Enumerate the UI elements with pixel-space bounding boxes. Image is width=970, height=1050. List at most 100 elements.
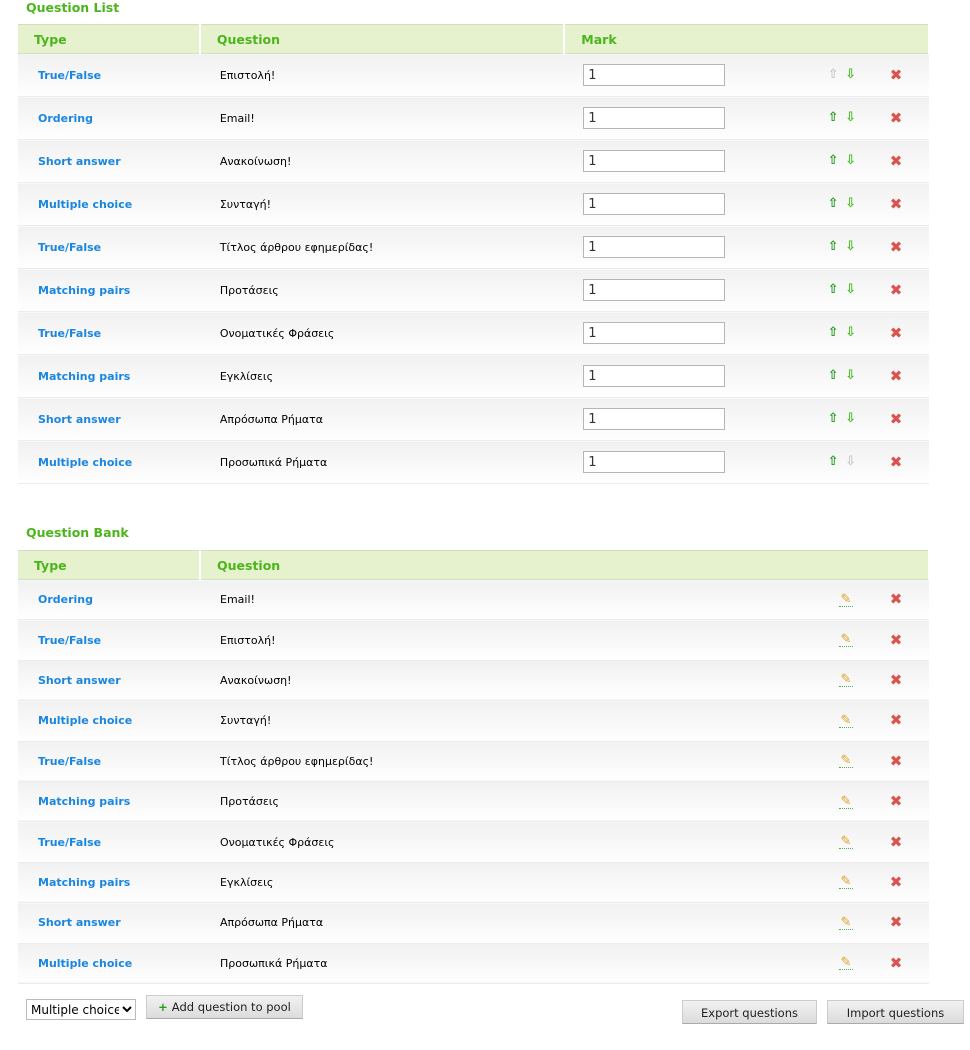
pencil-icon[interactable]: ✎ <box>839 794 853 809</box>
delete-x-icon[interactable]: ✖ <box>889 955 903 970</box>
header-question: Question <box>200 550 930 580</box>
delete-x-icon[interactable]: ✖ <box>889 110 903 125</box>
import-questions-button[interactable]: Import questions <box>827 1000 964 1024</box>
arrow-up-icon[interactable]: ⇧ <box>826 154 840 168</box>
arrow-up-icon[interactable]: ⇧ <box>826 240 840 254</box>
delete-x-icon[interactable]: ✖ <box>889 325 903 340</box>
delete-x-icon[interactable]: ✖ <box>889 632 903 647</box>
delete-x-icon[interactable]: ✖ <box>889 874 903 889</box>
mark-input[interactable] <box>583 64 726 86</box>
mark-input[interactable] <box>583 236 726 258</box>
mark-input[interactable] <box>583 150 726 172</box>
delete-x-icon[interactable]: ✖ <box>889 239 903 254</box>
delete-x-icon[interactable]: ✖ <box>889 411 903 426</box>
table-row: True/False Επιστολή! ⇧ ⇩ ✖ <box>18 53 929 97</box>
delete-x-icon[interactable]: ✖ <box>889 834 903 849</box>
pencil-icon[interactable]: ✎ <box>839 875 853 890</box>
mark-input[interactable] <box>583 279 726 301</box>
delete-x-icon[interactable]: ✖ <box>889 713 903 728</box>
arrow-down-icon[interactable]: ⇩ <box>844 326 858 340</box>
pencil-icon[interactable]: ✎ <box>839 754 853 769</box>
header-type: Type <box>18 550 201 580</box>
question-type-link[interactable]: Short answer <box>18 139 200 183</box>
pencil-icon[interactable]: ✎ <box>839 956 853 971</box>
question-type-link[interactable]: Multiple choice <box>18 182 200 226</box>
arrow-down-icon[interactable]: ⇩ <box>844 412 858 426</box>
question-type-link[interactable]: True/False <box>18 741 200 782</box>
arrow-down-icon[interactable]: ⇩ <box>844 68 858 82</box>
question-bank-title: Question Bank <box>26 525 129 540</box>
delete-x-icon[interactable]: ✖ <box>889 672 903 687</box>
pencil-icon[interactable]: ✎ <box>839 673 853 688</box>
question-text: Ανακοίνωση! <box>199 139 565 183</box>
arrow-up-icon[interactable]: ⇧ <box>826 455 840 469</box>
pencil-icon[interactable]: ✎ <box>839 592 853 607</box>
mark-input[interactable] <box>583 365 726 387</box>
table-row: Matching pairs Εγκλίσεις ⇧ ⇩ ✖ <box>18 354 929 398</box>
question-type-link[interactable]: Ordering <box>18 579 200 621</box>
table-row: Multiple choice Συνταγή! ✎ ✖ <box>18 700 929 742</box>
question-type-link[interactable]: True/False <box>18 311 200 355</box>
question-type-link[interactable]: Multiple choice <box>18 440 200 484</box>
mark-input[interactable] <box>583 107 726 129</box>
table-row: Ordering Email! ✎ ✖ <box>18 579 929 621</box>
arrow-down-icon[interactable]: ⇩ <box>844 111 858 125</box>
question-type-link[interactable]: Matching pairs <box>18 268 200 312</box>
delete-x-icon[interactable]: ✖ <box>889 153 903 168</box>
arrow-up-icon[interactable]: ⇧ <box>826 326 840 340</box>
arrow-down-icon[interactable]: ⇩ <box>844 283 858 297</box>
arrow-up-icon[interactable]: ⇧ <box>826 111 840 125</box>
delete-x-icon[interactable]: ✖ <box>889 67 903 82</box>
arrow-up-icon[interactable]: ⇧ <box>826 369 840 383</box>
pencil-icon[interactable]: ✎ <box>839 835 853 850</box>
arrow-down-icon[interactable]: ⇩ <box>844 197 858 211</box>
question-type-link[interactable]: True/False <box>18 53 200 97</box>
header-mark: Mark <box>564 24 930 54</box>
pencil-icon[interactable]: ✎ <box>839 713 853 728</box>
question-type-link[interactable]: Ordering <box>18 96 200 140</box>
arrow-up-icon[interactable]: ⇧ <box>826 283 840 297</box>
export-questions-button[interactable]: Export questions <box>682 1000 817 1024</box>
plus-icon: + <box>158 1000 168 1014</box>
table-row: Ordering Email! ⇧ ⇩ ✖ <box>18 96 929 140</box>
delete-x-icon[interactable]: ✖ <box>889 454 903 469</box>
mark-input[interactable] <box>583 193 726 215</box>
delete-x-icon[interactable]: ✖ <box>889 915 903 930</box>
question-type-link[interactable]: True/False <box>18 225 200 269</box>
add-question-button[interactable]: + Add question to pool <box>146 995 303 1019</box>
delete-x-icon[interactable]: ✖ <box>889 753 903 768</box>
question-type-link[interactable]: Matching pairs <box>18 862 200 904</box>
table-row: Short answer Απρόσωπα Ρήματα ⇧ ⇩ ✖ <box>18 397 929 441</box>
pencil-icon[interactable]: ✎ <box>839 915 853 930</box>
question-type-link[interactable]: Multiple choice <box>18 700 200 742</box>
delete-x-icon[interactable]: ✖ <box>889 794 903 809</box>
question-type-link[interactable]: True/False <box>18 821 200 863</box>
delete-x-icon[interactable]: ✖ <box>889 368 903 383</box>
question-text: Προτάσεις <box>199 268 565 312</box>
header-question: Question <box>199 24 566 54</box>
question-text: Ονοματικές Φράσεις <box>199 311 565 355</box>
delete-x-icon[interactable]: ✖ <box>889 592 903 607</box>
arrow-down-icon[interactable]: ⇩ <box>844 240 858 254</box>
question-type-link[interactable]: Multiple choice <box>18 943 200 984</box>
delete-x-icon[interactable]: ✖ <box>889 196 903 211</box>
question-type-link[interactable]: Short answer <box>18 902 200 944</box>
pencil-icon[interactable]: ✎ <box>839 633 853 648</box>
question-type-link[interactable]: Short answer <box>18 397 200 441</box>
mark-input[interactable] <box>583 451 726 473</box>
arrow-up-icon[interactable]: ⇧ <box>826 412 840 426</box>
question-type-link[interactable]: Matching pairs <box>18 781 200 823</box>
question-type-link[interactable]: Matching pairs <box>18 354 200 398</box>
delete-x-icon[interactable]: ✖ <box>889 282 903 297</box>
question-text: Email! <box>199 96 565 140</box>
arrow-up-icon[interactable]: ⇧ <box>826 197 840 211</box>
question-text: Τίτλος άρθρου εφημερίδας! <box>200 741 839 782</box>
mark-input[interactable] <box>583 408 726 430</box>
mark-input[interactable] <box>583 322 726 344</box>
question-type-link[interactable]: Short answer <box>18 660 200 702</box>
arrow-down-icon[interactable]: ⇩ <box>844 154 858 168</box>
arrow-down-icon[interactable]: ⇩ <box>844 369 858 383</box>
table-row: Short answer Ανακοίνωση! ⇧ ⇩ ✖ <box>18 139 929 183</box>
question-type-link[interactable]: True/False <box>18 619 200 661</box>
question-type-select[interactable]: Multiple choice <box>26 999 136 1020</box>
